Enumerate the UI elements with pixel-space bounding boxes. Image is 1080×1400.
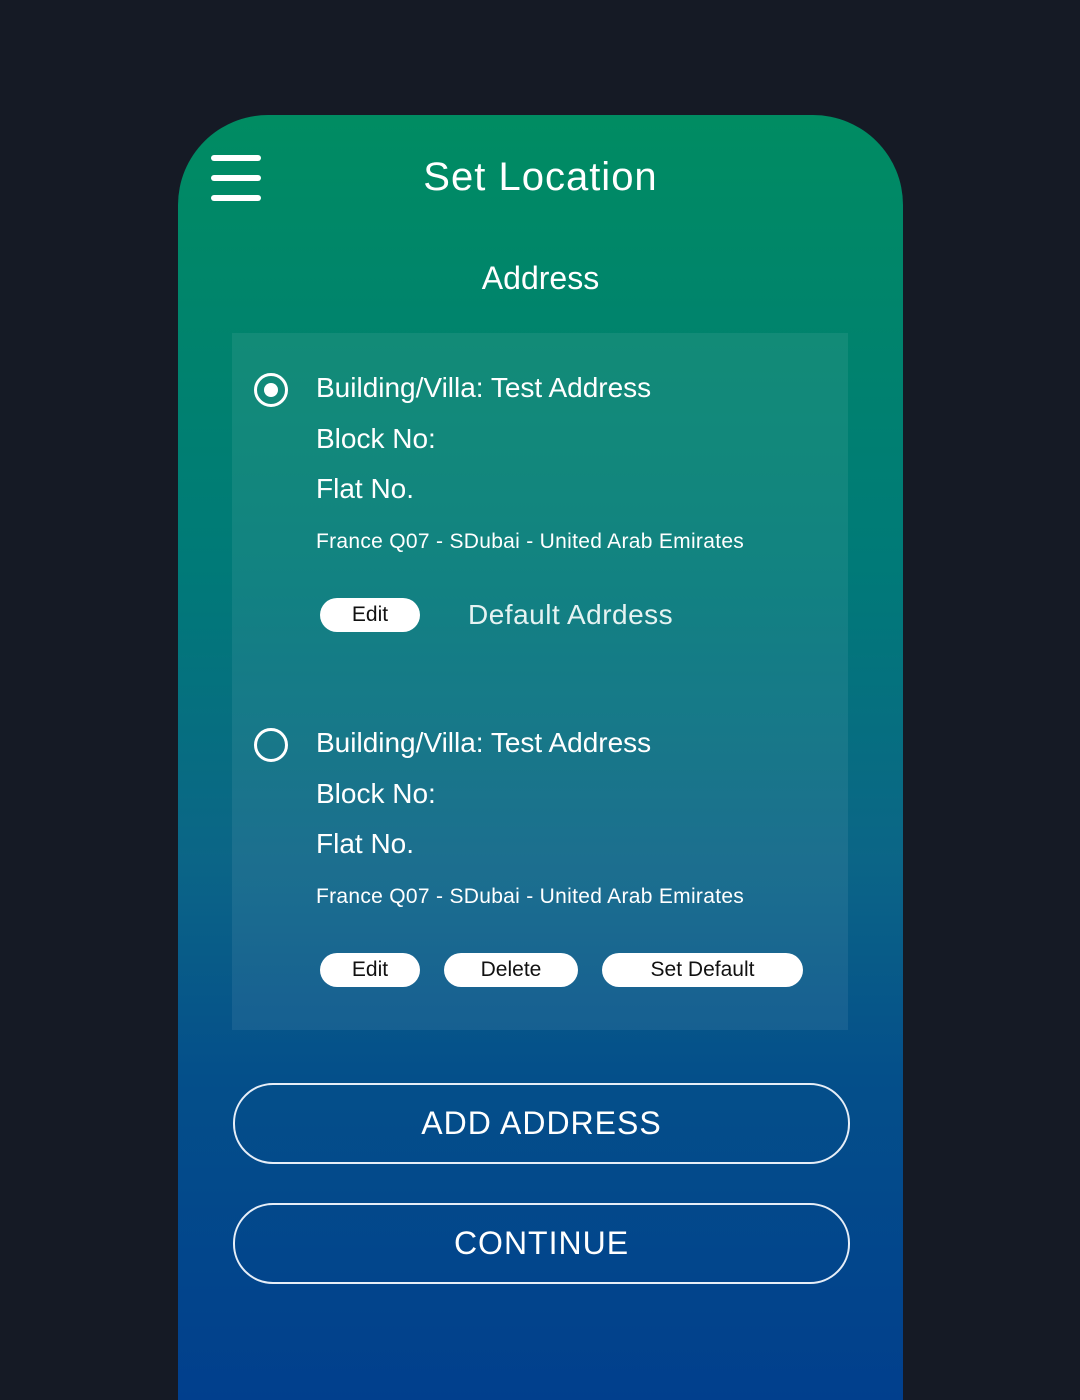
delete-button[interactable]: Delete: [444, 953, 578, 987]
address-block: Block No:: [316, 423, 436, 454]
address-flat: Flat No.: [316, 473, 415, 504]
address-radio-selected[interactable]: [254, 373, 288, 407]
address-building: Building/Villa: Test Address: [316, 727, 652, 758]
address-list: Building/Villa: Test Address Block No: F…: [232, 333, 848, 1030]
address-radio-unselected[interactable]: [254, 728, 288, 762]
edit-button[interactable]: Edit: [320, 598, 420, 632]
address-location: France Q07 - SDubai - United Arab Emirat…: [316, 530, 745, 553]
address-item: Building/Villa: Test Address Block No: F…: [232, 333, 848, 673]
address-building: Building/Villa: Test Address: [316, 372, 652, 403]
default-address-label: Default Adrdess: [468, 599, 674, 630]
address-location: France Q07 - SDubai - United Arab Emirat…: [316, 885, 745, 908]
address-item: Building/Villa: Test Address Block No: F…: [232, 688, 848, 1028]
address-block: Block No:: [316, 778, 436, 809]
page-title: Set Location: [423, 155, 658, 199]
section-title: Address: [481, 260, 600, 296]
edit-button[interactable]: Edit: [320, 953, 420, 987]
set-default-button[interactable]: Set Default: [602, 953, 803, 987]
app-screen: Set Location Address Building/Villa: Tes…: [178, 115, 903, 1400]
add-address-button[interactable]: ADD ADDRESS: [233, 1083, 850, 1164]
continue-button[interactable]: CONTINUE: [233, 1203, 850, 1284]
address-flat: Flat No.: [316, 828, 415, 859]
